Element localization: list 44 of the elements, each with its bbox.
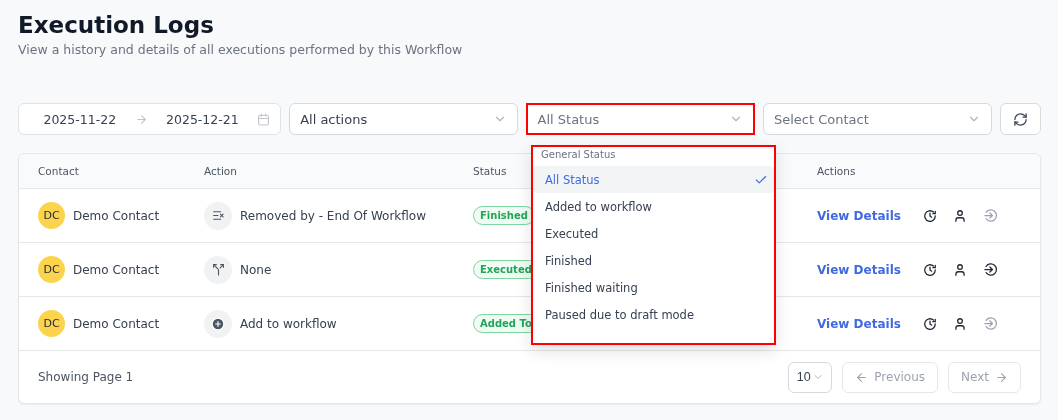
- arrow-right-icon: [995, 370, 1008, 384]
- enter-icon[interactable]: [982, 262, 998, 277]
- history-icon[interactable]: [922, 208, 937, 223]
- page-info: Showing Page 1: [38, 370, 135, 384]
- date-range-field[interactable]: 2025-11-22 2025-12-21: [18, 103, 282, 135]
- page-subtitle: View a history and details of all executions performed by this Workflow: [18, 42, 464, 57]
- column-header: Actions: [817, 165, 856, 177]
- plus-circle-icon: [204, 309, 232, 338]
- dropdown-item[interactable]: Added to workflow: [533, 193, 774, 220]
- list-remove-icon: [204, 201, 232, 230]
- refresh-icon: [1013, 111, 1029, 127]
- contact-select[interactable]: Select Contact: [762, 103, 993, 135]
- action-select[interactable]: All actions: [289, 103, 518, 135]
- dropdown-item[interactable]: Executed: [533, 220, 774, 247]
- history-icon[interactable]: [922, 262, 937, 277]
- contact-name: Demo Contact: [73, 208, 160, 223]
- action-name: Removed by - End Of Workflow: [240, 208, 426, 223]
- avatar: DC: [38, 310, 65, 337]
- history-icon[interactable]: [922, 316, 937, 331]
- group-label: General Status: [540, 149, 617, 162]
- column-header: Contact: [38, 165, 79, 177]
- contact-name: Demo Contact: [73, 316, 160, 331]
- user-icon[interactable]: [952, 316, 967, 331]
- view-details-link[interactable]: View Details: [817, 262, 901, 277]
- status-select[interactable]: All Status: [525, 103, 755, 135]
- view-details-link[interactable]: View Details: [817, 316, 901, 331]
- calendar-icon: [257, 112, 271, 126]
- arrow-right-icon: [134, 112, 148, 126]
- avatar: DC: [38, 256, 65, 283]
- action-name: None: [240, 262, 272, 277]
- view-details-link[interactable]: View Details: [817, 208, 901, 223]
- split-icon: [204, 255, 232, 284]
- arrow-left-icon: [855, 370, 869, 384]
- user-icon[interactable]: [952, 208, 967, 223]
- column-header: Status: [473, 165, 507, 177]
- contact-name: Demo Contact: [73, 262, 160, 277]
- page-size-select[interactable]: 10: [788, 361, 833, 393]
- page-title: Execution Logs: [18, 12, 215, 38]
- avatar: DC: [38, 202, 65, 229]
- action-name: Add to workflow: [240, 316, 337, 331]
- refresh-button[interactable]: [1000, 103, 1041, 135]
- user-icon[interactable]: [952, 262, 967, 277]
- dropdown-item[interactable]: All Status: [533, 166, 774, 193]
- column-header: Action: [204, 165, 237, 177]
